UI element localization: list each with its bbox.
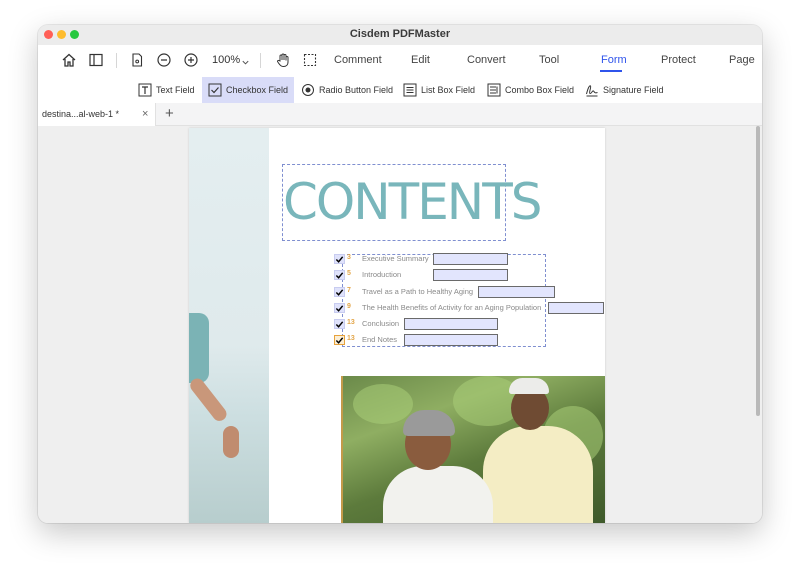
menu-form[interactable]: Form	[601, 54, 627, 66]
signature-field-button[interactable]: Signature Field	[579, 77, 670, 103]
photo-arm	[189, 375, 230, 424]
toc-page-number: 5	[347, 270, 351, 277]
checkbox-field-button[interactable]: Checkbox Field	[202, 77, 295, 103]
toc-page-number: 3	[347, 254, 351, 261]
vertical-scrollbar[interactable]	[754, 126, 762, 523]
menu-tool[interactable]: Tool	[539, 54, 559, 66]
checkmark-icon	[335, 320, 344, 328]
toc-page-number: 13	[347, 319, 355, 326]
zoom-out-icon[interactable]	[155, 51, 173, 69]
home-icon[interactable]	[60, 51, 78, 69]
document-tab-label: destina...al-web-1 *	[42, 109, 120, 119]
sidebar-toggle-icon[interactable]	[87, 51, 105, 69]
page-photo-couple	[341, 376, 605, 523]
page-view-icon[interactable]	[128, 51, 146, 69]
combo-box-icon	[487, 83, 501, 97]
toc-label: Travel as a Path to Healthy Aging	[362, 287, 474, 296]
toc-label: End Notes	[362, 335, 398, 344]
combo-box-field-button[interactable]: Combo Box Field	[481, 77, 580, 103]
form-text-field[interactable]	[433, 269, 508, 281]
checkmark-icon	[335, 336, 344, 344]
photo-foliage	[353, 384, 413, 424]
photo-woman-hair	[403, 410, 455, 436]
menu-comment[interactable]: Comment	[334, 54, 382, 66]
close-tab-icon[interactable]: ×	[142, 108, 148, 120]
toolbar-separator	[116, 53, 117, 68]
checkmark-icon	[335, 288, 344, 296]
page-photo-left	[189, 128, 269, 523]
menu-protect[interactable]: Protect	[661, 54, 696, 66]
list-box-icon	[403, 83, 417, 97]
checkmark-icon	[335, 271, 344, 279]
zoom-level[interactable]: 100%	[212, 54, 240, 66]
active-menu-indicator	[600, 70, 622, 72]
menu-edit[interactable]: Edit	[411, 54, 430, 66]
main-toolbar: 100% Comment Edit Convert Tool Form Prot…	[38, 45, 762, 77]
radio-button-field-label: Radio Button Field	[319, 85, 394, 95]
contents-heading: CONTENTS	[283, 173, 543, 231]
form-toolbar: Text Field Checkbox Field Radio Button F…	[38, 77, 762, 103]
title-bar: Cisdem PDFMaster	[38, 25, 762, 45]
signature-icon	[586, 85, 598, 97]
signature-field-label: Signature Field	[603, 85, 664, 95]
photo-man-cap	[509, 378, 549, 394]
text-field-label: Text Field	[156, 85, 195, 95]
form-text-field[interactable]	[433, 253, 508, 265]
radio-button-field-button[interactable]: Radio Button Field	[295, 77, 399, 103]
checkmark-icon	[335, 255, 344, 263]
text-field-button[interactable]: Text Field	[132, 77, 201, 103]
add-tab-button[interactable]: +	[165, 105, 174, 122]
photo-hand	[223, 426, 239, 458]
menu-page[interactable]: Page	[729, 54, 755, 66]
photo-woman-body	[383, 466, 493, 523]
photo-shirt	[189, 313, 209, 383]
toc-checkbox[interactable]	[334, 303, 345, 313]
window-title: Cisdem PDFMaster	[349, 28, 451, 40]
document-tab[interactable]: destina...al-web-1 * ×	[38, 103, 156, 126]
text-field-icon	[138, 83, 152, 97]
toc-label: The Health Benefits of Activity for an A…	[362, 303, 542, 312]
toc-page-number: 9	[347, 303, 351, 310]
form-text-field[interactable]	[478, 286, 555, 298]
hand-tool-icon[interactable]	[274, 51, 292, 69]
chevron-down-icon[interactable]	[241, 54, 250, 65]
photo-man-body	[483, 426, 593, 523]
checkbox-field-label: Checkbox Field	[226, 85, 289, 95]
combo-box-field-label: Combo Box Field	[505, 85, 575, 95]
document-tab-bar: destina...al-web-1 * × +	[38, 103, 762, 126]
radio-button-icon	[302, 84, 314, 96]
list-box-field-label: List Box Field	[421, 85, 476, 95]
checkmark-icon	[335, 304, 344, 312]
document-canvas[interactable]: CONTENTS 3 Executive Summary 5 Introduct…	[38, 126, 762, 523]
scrollbar-thumb[interactable]	[756, 126, 760, 416]
list-box-field-button[interactable]: List Box Field	[397, 77, 481, 103]
toolbar-separator	[260, 53, 261, 68]
toc-checkbox[interactable]	[334, 319, 345, 329]
menu-convert[interactable]: Convert	[467, 54, 506, 66]
heading-text-box[interactable]: CONTENTS	[282, 164, 543, 241]
form-text-field[interactable]	[404, 334, 498, 346]
toc-checkbox[interactable]	[334, 254, 345, 264]
toc-checkbox-selected[interactable]	[334, 335, 345, 345]
toc-checkbox[interactable]	[334, 287, 345, 297]
form-text-field[interactable]	[548, 302, 604, 314]
marquee-select-icon[interactable]	[301, 51, 319, 69]
toc-label: Conclusion	[362, 319, 400, 328]
zoom-in-icon[interactable]	[182, 51, 200, 69]
toc-label: Executive Summary	[362, 254, 429, 263]
pdf-page[interactable]: CONTENTS 3 Executive Summary 5 Introduct…	[189, 128, 605, 523]
checkbox-field-icon	[208, 83, 222, 97]
app-window: Cisdem PDFMaster 100% Comment Edit Conve…	[38, 25, 762, 523]
toc-page-number: 13	[347, 335, 355, 342]
toc-page-number: 7	[347, 287, 351, 294]
toc-label: Introduction	[362, 270, 402, 279]
toc-checkbox[interactable]	[334, 270, 345, 280]
form-text-field[interactable]	[404, 318, 498, 330]
